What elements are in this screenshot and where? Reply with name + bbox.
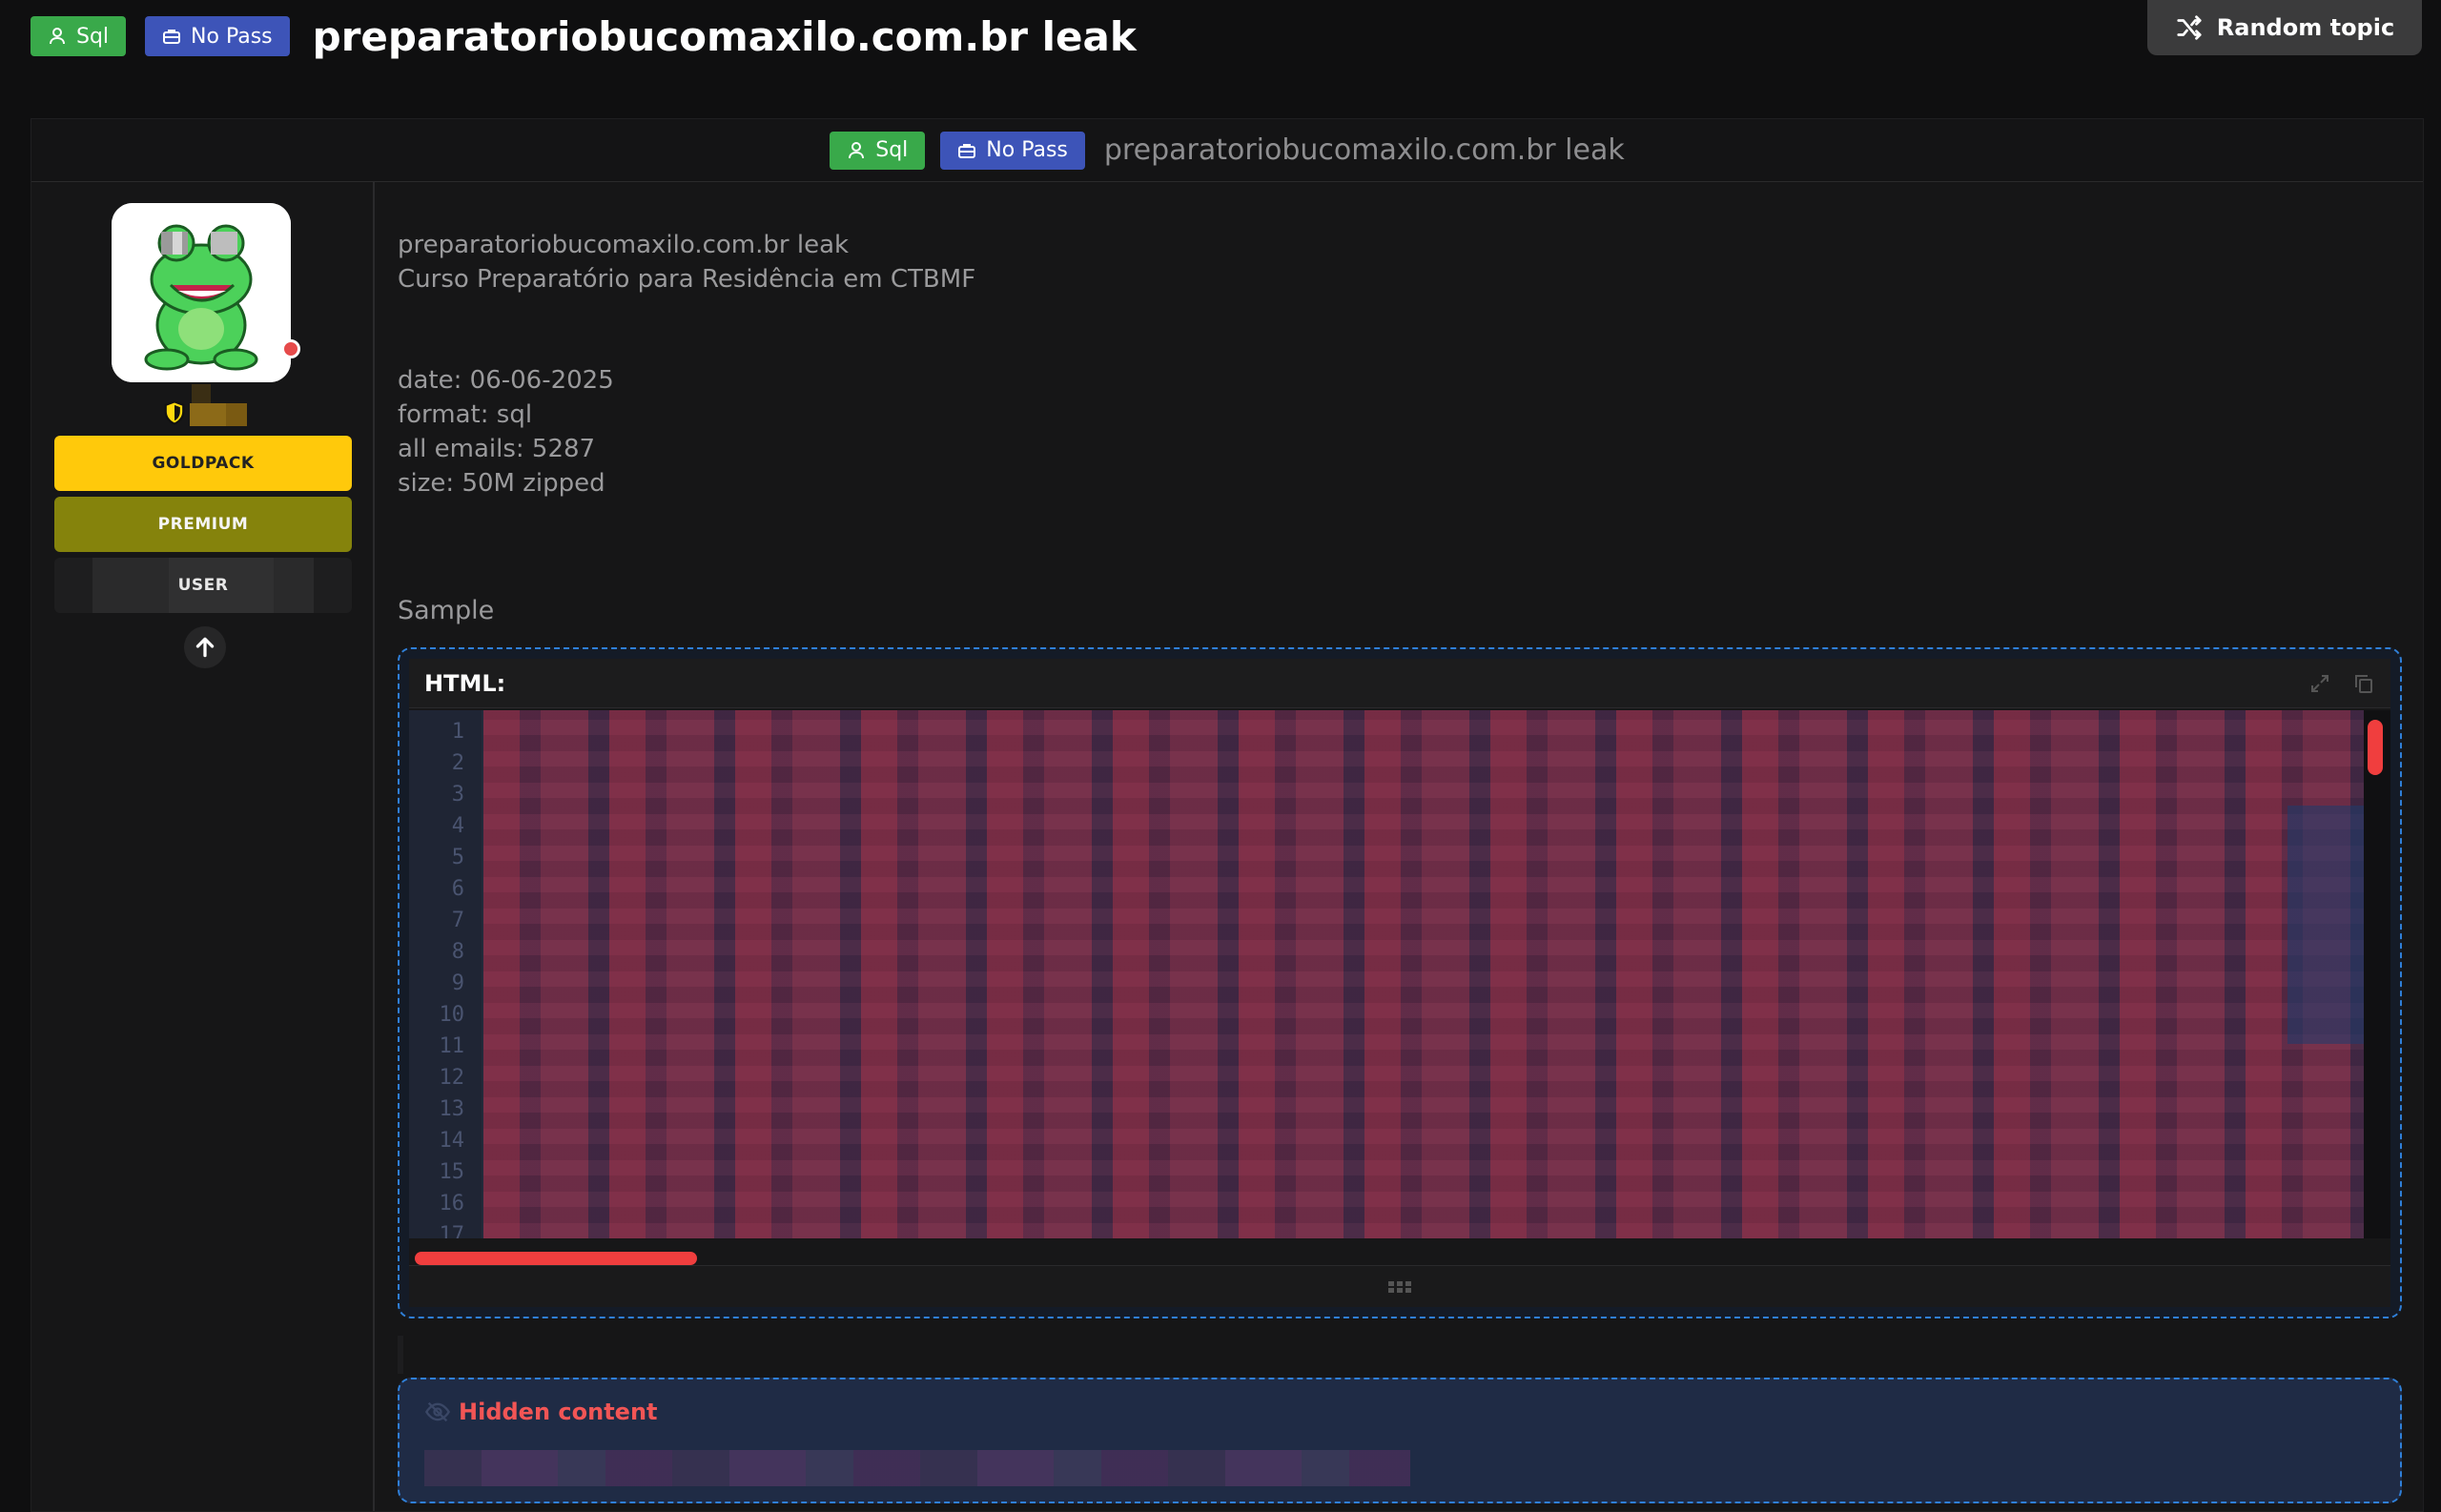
line-number: 7 <box>451 909 464 932</box>
shuffle-icon <box>2177 15 2202 40</box>
prefix-badge-nopass[interactable]: No Pass <box>940 131 1085 170</box>
line-number: 14 <box>439 1129 465 1153</box>
divider <box>398 1336 403 1374</box>
prefix-badge-sql[interactable]: Sql <box>830 131 926 170</box>
avatar[interactable] <box>112 203 291 382</box>
detail-date: date: 06-06-2025 <box>398 366 614 395</box>
thread-title-bar: Sql No Pass preparatoriobucomaxilo.com.b… <box>31 119 2423 182</box>
shield-icon <box>164 400 185 425</box>
random-topic-label: Random topic <box>2216 14 2395 41</box>
detail-emails: all emails: 5287 <box>398 435 596 463</box>
post-content: preparatoriobucomaxilo.com.br leak Curso… <box>398 182 2404 1511</box>
line-number: 9 <box>451 971 464 995</box>
line-number: 6 <box>451 877 464 901</box>
line-number: 8 <box>451 940 464 964</box>
eye-slash-icon <box>424 1401 451 1422</box>
reputation-stick <box>192 384 211 405</box>
briefcase-icon <box>163 30 181 44</box>
line-number: 12 <box>439 1066 465 1090</box>
role-badge-premium: PREMIUM <box>54 497 352 552</box>
thread-panel: Sql No Pass preparatoriobucomaxilo.com.b… <box>31 118 2424 1512</box>
code-tools <box>2308 672 2375 695</box>
line-number: 11 <box>439 1034 465 1058</box>
random-topic-button[interactable]: Random topic <box>2147 0 2422 55</box>
scroll-top-button[interactable] <box>184 626 226 668</box>
role-badge-user: USER <box>54 558 352 613</box>
code-block: HTML: 1 2 3 4 5 6 7 8 9 10 11 12 13 14 1… <box>398 647 2402 1318</box>
role-badge-goldpack: GOLDPACK <box>54 436 352 491</box>
vertical-scrollbar[interactable] <box>2368 720 2383 775</box>
page-title: preparatoriobucomaxilo.com.br leak <box>312 12 1137 60</box>
hidden-content-header: Hidden content <box>424 1399 658 1425</box>
vertical-scroll-track[interactable] <box>2364 710 2390 1238</box>
prefix-badge-sql[interactable]: Sql <box>31 16 127 56</box>
briefcase-icon <box>958 143 976 158</box>
line-number-gutter: 1 2 3 4 5 6 7 8 9 10 11 12 13 14 15 16 1… <box>409 710 482 1238</box>
line-number: 13 <box>439 1097 465 1121</box>
author-sidebar: GOLDPACK PREMIUM USER <box>31 182 375 1511</box>
arrow-up-icon <box>195 637 215 658</box>
hidden-content-title: Hidden content <box>459 1399 658 1425</box>
user-icon <box>849 141 865 158</box>
detail-size: size: 50M zipped <box>398 469 605 498</box>
code-language-label: HTML: <box>424 669 506 697</box>
code-container: HTML: 1 2 3 4 5 6 7 8 9 10 11 12 13 14 1… <box>409 659 2390 1307</box>
user-icon <box>50 28 65 45</box>
line-number: 15 <box>439 1160 465 1184</box>
badge-label: Sql <box>875 138 909 162</box>
post-line: preparatoriobucomaxilo.com.br leak <box>398 231 850 259</box>
grip-icon <box>1388 1280 1411 1293</box>
prefix-badge-nopass[interactable]: No Pass <box>145 16 290 56</box>
frog-avatar-image <box>112 203 291 382</box>
thread-header: Sql No Pass preparatoriobucomaxilo.com.b… <box>31 0 1137 72</box>
expand-icon[interactable] <box>2308 672 2331 695</box>
copy-icon[interactable] <box>2352 672 2375 695</box>
line-number: 17 <box>439 1223 465 1238</box>
badge-label: No Pass <box>191 24 273 49</box>
blurred-code-edge <box>2287 806 2364 1044</box>
badge-label: No Pass <box>986 138 1068 162</box>
horizontal-scrollbar[interactable] <box>415 1252 697 1265</box>
line-number: 2 <box>451 751 464 775</box>
blurred-hidden-text <box>424 1450 1410 1486</box>
post-line: Curso Preparatório para Residência em CT… <box>398 265 976 294</box>
line-number: 3 <box>451 783 464 807</box>
thread-title: preparatoriobucomaxilo.com.br leak <box>1103 133 1625 167</box>
line-number: 4 <box>451 814 464 838</box>
detail-format: format: sql <box>398 400 533 429</box>
post-intro: preparatoriobucomaxilo.com.br leak Curso… <box>398 228 975 296</box>
code-header: HTML: <box>409 659 2390 708</box>
line-number: 5 <box>451 846 464 869</box>
reputation-bar <box>190 403 247 426</box>
line-number: 10 <box>439 1003 465 1027</box>
badge-label: Sql <box>76 24 110 49</box>
sample-label: Sample <box>398 596 495 625</box>
online-status-dot <box>281 339 300 358</box>
blurred-code-content <box>483 710 2364 1238</box>
code-body[interactable]: 1 2 3 4 5 6 7 8 9 10 11 12 13 14 15 16 1… <box>409 710 2364 1238</box>
line-number: 16 <box>439 1192 465 1216</box>
line-number: 1 <box>451 720 464 744</box>
code-resize-handle[interactable] <box>409 1265 2390 1307</box>
post-details: date: 06-06-2025 format: sql all emails:… <box>398 363 614 501</box>
hidden-content-block: Hidden content <box>398 1378 2402 1503</box>
